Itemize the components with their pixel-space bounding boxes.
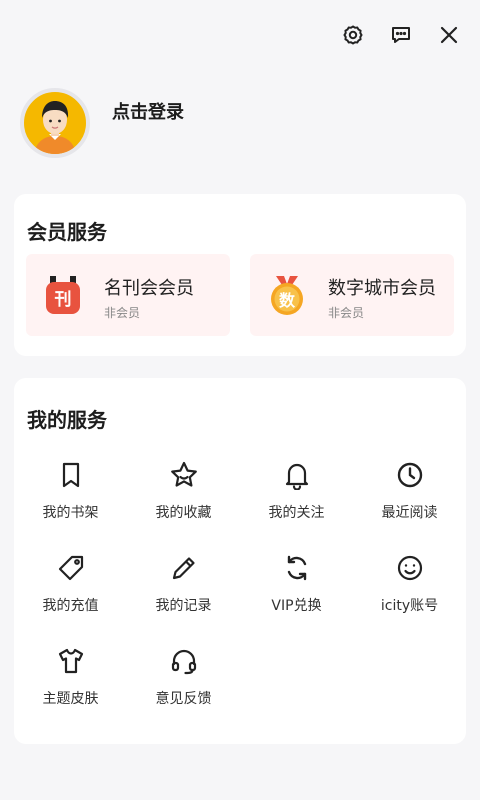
membership-item-digital-city[interactable]: 数 数字城市会员 非会员 (250, 254, 454, 336)
service-feedback[interactable]: 意见反馈 (127, 646, 240, 726)
refresh-icon (287, 555, 306, 581)
service-bookshelf[interactable]: 我的书架 (14, 460, 127, 540)
membership-name: 名刊会会员 (104, 278, 194, 299)
service-label: icity账号 (380, 598, 439, 614)
membership-name: 数字城市会员 (328, 278, 436, 299)
service-following[interactable]: 我的关注 (240, 460, 353, 540)
service-records[interactable]: 我的记录 (127, 553, 240, 633)
digital-city-badge-icon: 数 (268, 276, 306, 316)
membership-status: 非会员 (328, 306, 365, 320)
mingkan-badge-text: 刊 (55, 290, 72, 310)
service-label: 最近阅读 (381, 505, 438, 521)
service-favorites[interactable]: 我的收藏 (127, 460, 240, 540)
clock-icon (397, 462, 422, 488)
digital-city-badge-text: 数 (279, 291, 296, 310)
service-label: 我的书架 (42, 505, 99, 521)
service-label: 我的收藏 (155, 505, 212, 521)
close-icon[interactable] (434, 20, 464, 50)
services-card: 我的服务 我的书架 我的收藏 我的关注 最近阅读 我的充值 我的记录 VIP兑换… (14, 378, 466, 744)
service-label: 我的记录 (155, 598, 212, 614)
service-recharge[interactable]: 我的充值 (14, 553, 127, 633)
membership-item-mingkan[interactable]: 刊 名刊会会员 非会员 (26, 254, 230, 336)
service-vip-exchange[interactable]: VIP兑换 (240, 553, 353, 633)
message-icon[interactable] (386, 20, 416, 50)
membership-card: 会员服务 刊 名刊会会员 非会员 数 数字城市会员 非会员 (14, 194, 466, 356)
pencil-icon (172, 557, 195, 580)
membership-title: 会员服务 (27, 220, 107, 244)
settings-icon[interactable] (338, 20, 368, 50)
services-title: 我的服务 (27, 408, 107, 432)
smiley-icon (397, 555, 422, 581)
login-link[interactable]: 点击登录 (112, 98, 184, 124)
bell-icon (285, 463, 308, 490)
bookmark-icon (62, 462, 79, 488)
tshirt-icon (58, 648, 83, 674)
service-label: 我的关注 (268, 505, 325, 521)
membership-status: 非会员 (104, 306, 141, 320)
service-label: 主题皮肤 (42, 691, 99, 707)
service-recent-reading[interactable]: 最近阅读 (353, 460, 466, 540)
avatar[interactable] (20, 88, 90, 158)
top-bar (338, 20, 464, 50)
service-theme-skin[interactable]: 主题皮肤 (14, 646, 127, 726)
headset-icon (171, 649, 196, 675)
user-avatar-icon (34, 101, 76, 154)
mingkan-badge-icon: 刊 (44, 276, 82, 316)
service-label: VIP兑换 (271, 598, 322, 614)
profile-section[interactable]: 点击登录 (20, 88, 184, 158)
service-label: 我的充值 (42, 598, 99, 614)
tag-icon (58, 555, 83, 581)
service-icity-account[interactable]: icity账号 (353, 553, 466, 633)
service-label: 意见反馈 (155, 691, 212, 707)
star-icon (170, 461, 197, 487)
